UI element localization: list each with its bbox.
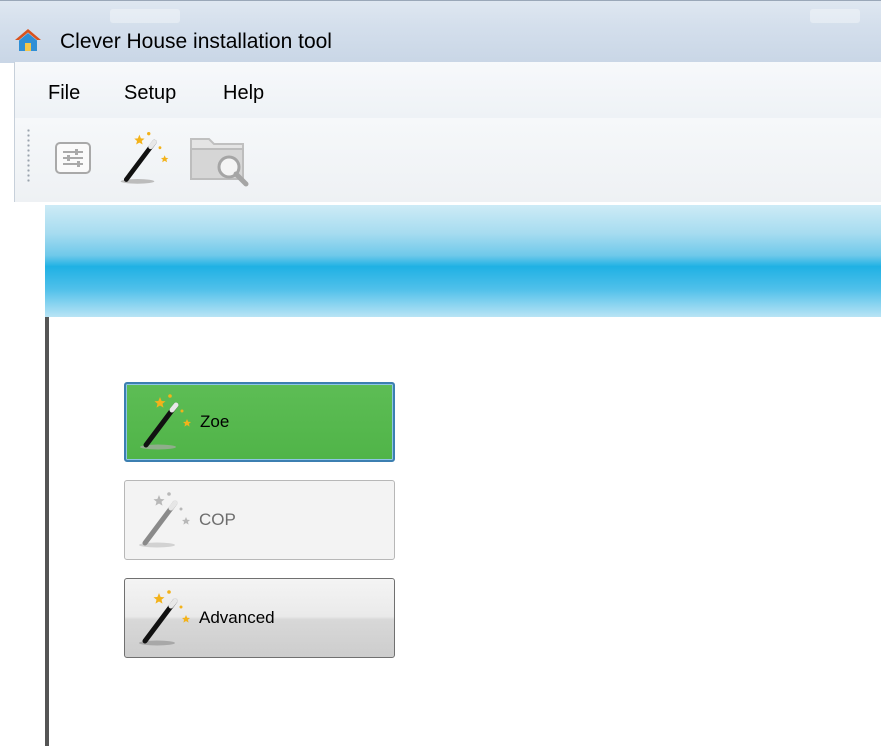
settings-list-icon	[55, 142, 91, 174]
zoe-button[interactable]: Zoe	[124, 382, 395, 462]
header-banner	[45, 205, 881, 317]
toolbar-settings-button[interactable]	[48, 136, 98, 180]
toolbar-search-button[interactable]	[186, 126, 254, 188]
toolbar-wizard-button[interactable]	[114, 128, 176, 188]
cop-button[interactable]: COP	[124, 480, 395, 560]
menu-file[interactable]: File	[48, 82, 80, 105]
title-bar[interactable]: Clever House installation tool	[0, 0, 881, 63]
magic-wand-icon	[139, 492, 190, 548]
toolbar-grip[interactable]	[27, 128, 30, 182]
menu-help[interactable]: Help	[223, 82, 264, 105]
window-title: Clever House installation tool	[60, 30, 332, 53]
cop-button-label: COP	[199, 510, 236, 529]
advanced-button[interactable]: Advanced	[124, 578, 395, 658]
menu-setup[interactable]: Setup	[124, 82, 176, 105]
title-bar-reflection	[810, 9, 860, 23]
magic-wand-icon	[140, 394, 191, 450]
magic-wand-icon	[120, 131, 169, 184]
folder-search-icon	[190, 138, 249, 187]
app-window: Clever House installation tool File Setu…	[0, 0, 881, 746]
title-bar-reflection	[110, 9, 180, 23]
house-icon	[15, 29, 41, 51]
zoe-button-label: Zoe	[200, 412, 230, 431]
advanced-button-label: Advanced	[199, 608, 275, 627]
magic-wand-icon	[139, 590, 190, 646]
